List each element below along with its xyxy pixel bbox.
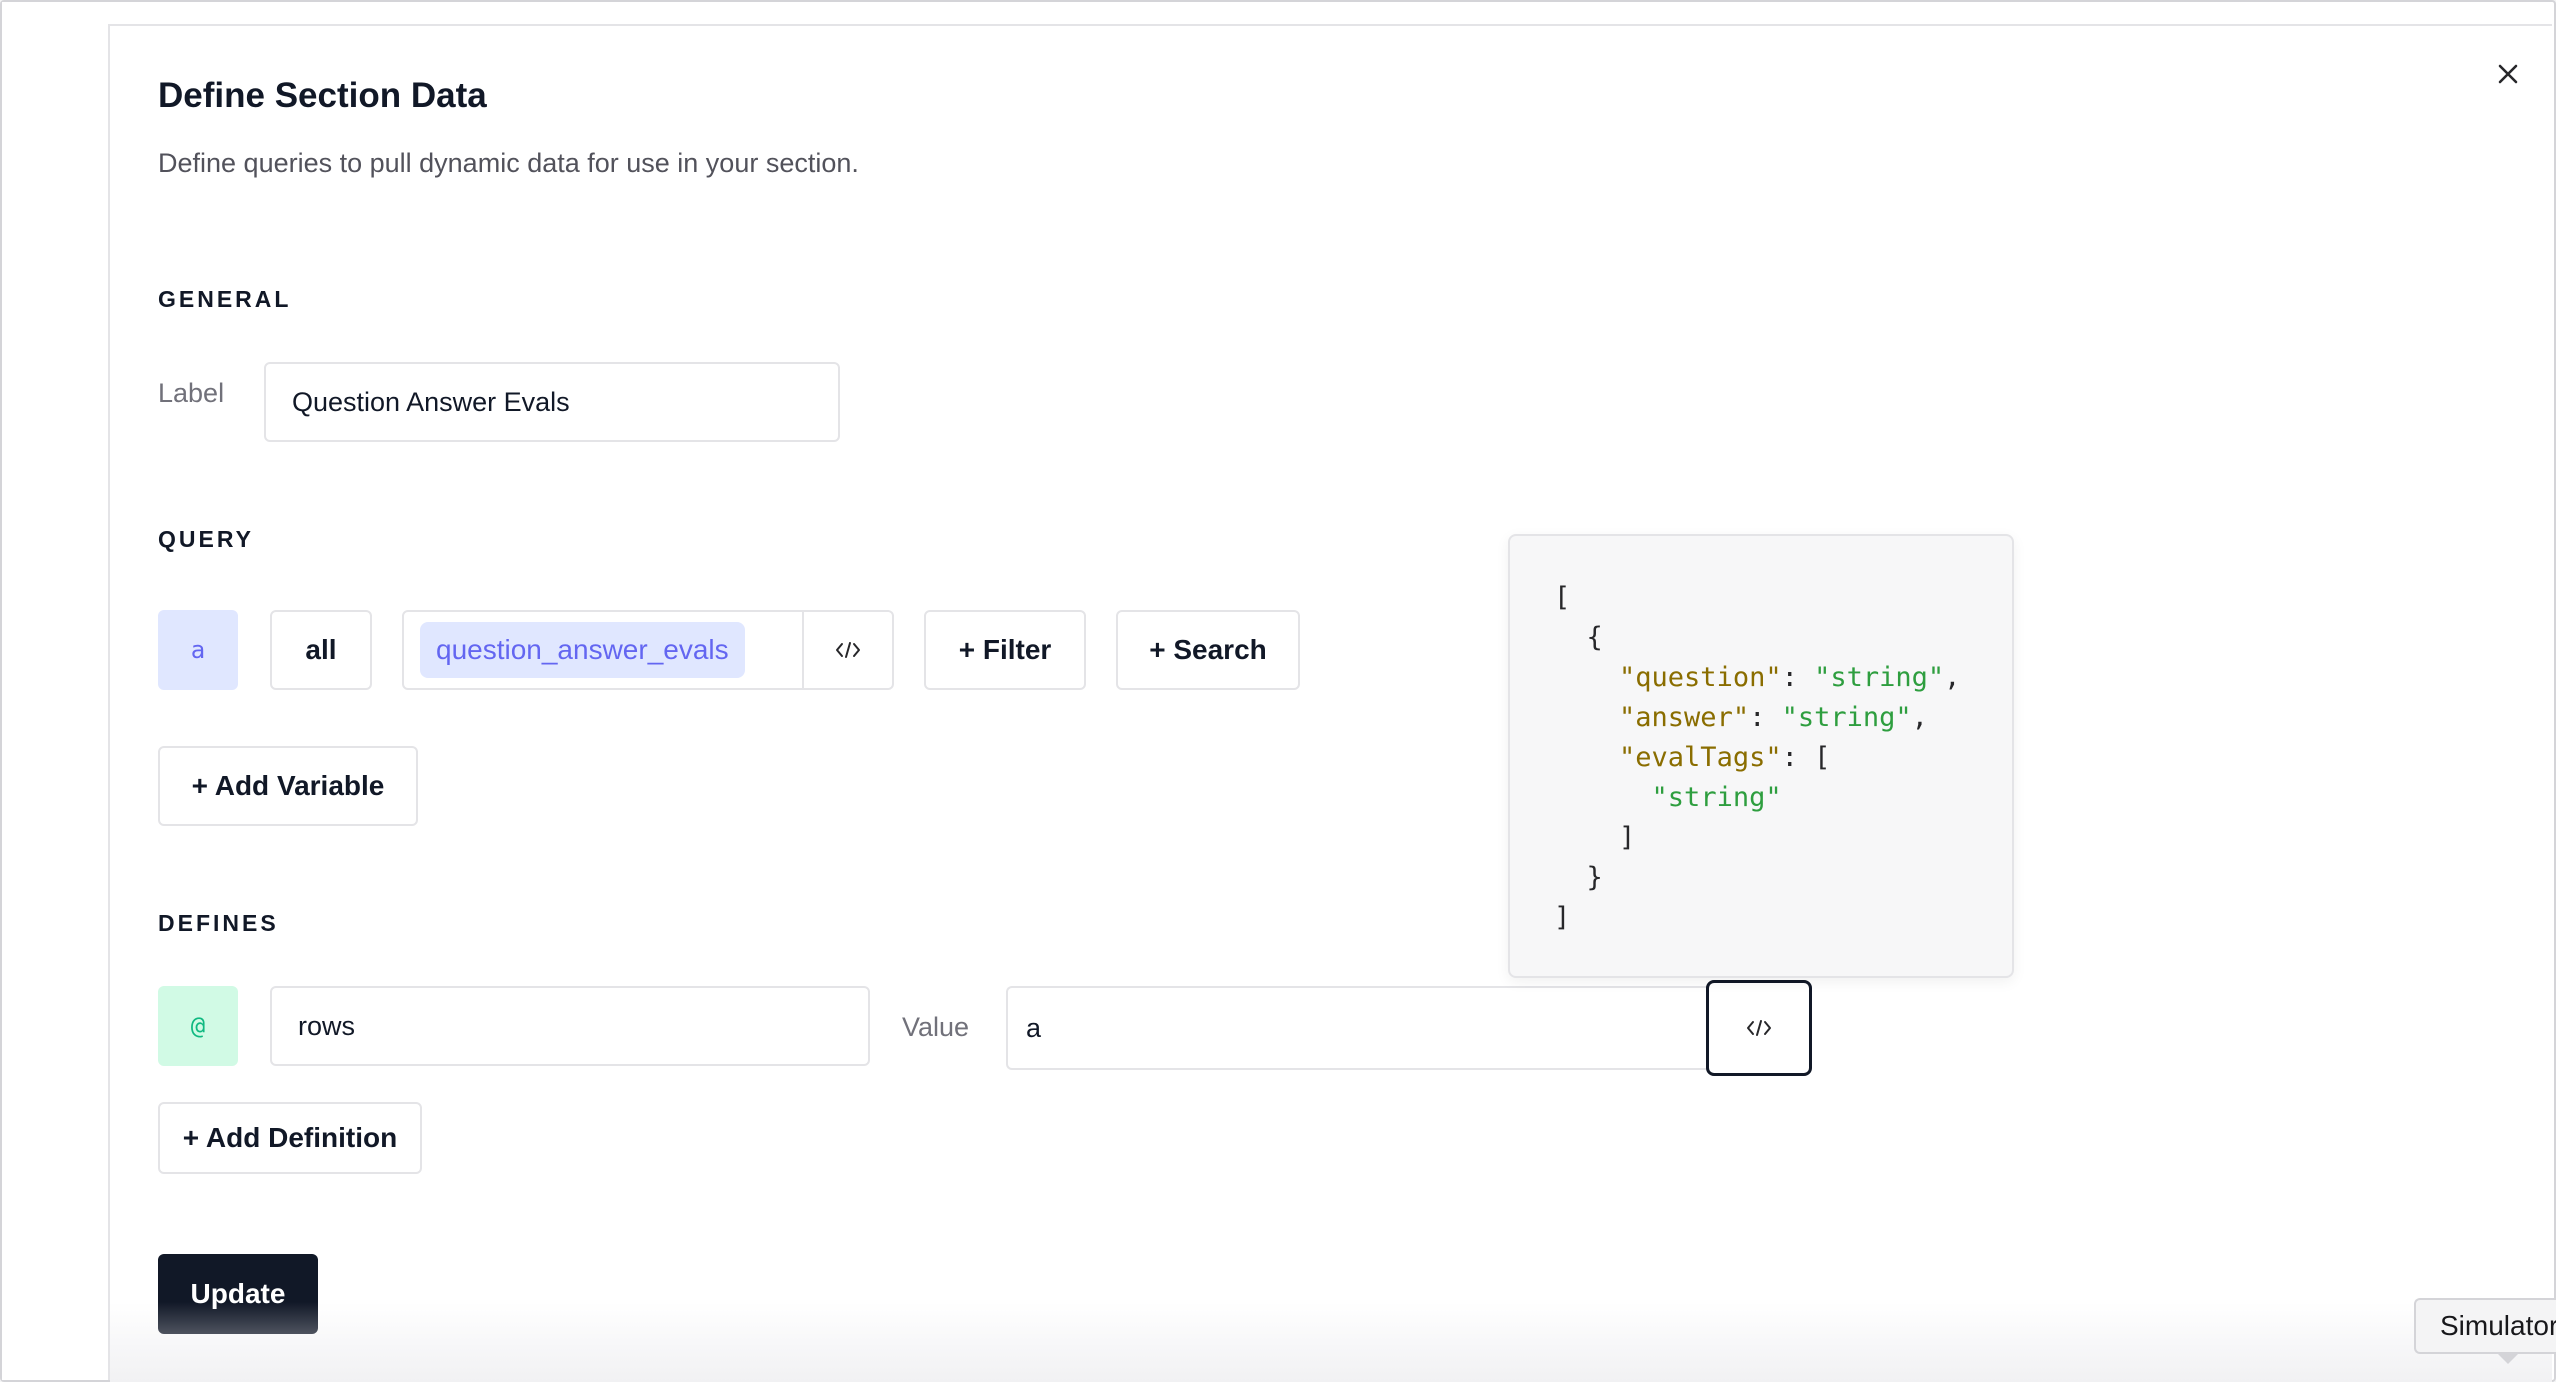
query-scope-value: all xyxy=(305,634,337,665)
update-button[interactable]: Update xyxy=(158,1254,318,1334)
add-search-button[interactable]: + Search xyxy=(1116,610,1300,690)
json-key: "answer" xyxy=(1619,702,1750,733)
define-name-value: rows xyxy=(298,1010,356,1041)
json-close-bracket: ] xyxy=(1554,902,1571,933)
json-close-brace: } xyxy=(1586,862,1603,893)
modal-title: Define Section Data xyxy=(158,76,487,115)
json-array-close: ] xyxy=(1619,822,1636,853)
query-alias-badge[interactable]: a xyxy=(158,610,238,690)
json-array-open: [ xyxy=(1814,742,1831,773)
schema-preview-code: [ { "question": "string", "answer": "str… xyxy=(1554,582,1961,933)
simulator-tooltip-arrow xyxy=(2496,1352,2520,1364)
define-value-input[interactable]: a xyxy=(1006,986,1708,1070)
json-key: "evalTags" xyxy=(1619,742,1782,773)
json-value: "string" xyxy=(1651,782,1782,813)
query-table-value: question_answer_evals xyxy=(436,634,729,665)
add-definition-button[interactable]: + Add Definition xyxy=(158,1102,422,1174)
add-filter-button[interactable]: + Filter xyxy=(924,610,1086,690)
label-caption: Label xyxy=(158,378,225,408)
query-table-field[interactable]: question_answer_evals xyxy=(402,610,894,690)
define-prefix-value: @ xyxy=(190,1012,206,1040)
left-rail xyxy=(2,2,110,1380)
value-caption: Value xyxy=(902,1012,970,1042)
define-value-text: a xyxy=(1026,1012,1042,1043)
modal-subtitle: Define queries to pull dynamic data for … xyxy=(158,148,859,178)
define-code-button[interactable] xyxy=(1706,980,1812,1076)
code-icon xyxy=(1747,1020,1771,1036)
define-section-data-modal xyxy=(110,26,2552,1382)
label-input[interactable]: Question Answer Evals xyxy=(264,362,840,442)
defines-heading: DEFINES xyxy=(158,910,279,936)
simulator-tooltip-label: Simulator xyxy=(2440,1310,2556,1341)
code-icon xyxy=(836,642,860,658)
define-name-input[interactable]: rows xyxy=(270,986,870,1066)
schema-preview-popover: [ { "question": "string", "answer": "str… xyxy=(1508,534,2014,978)
query-scope-select[interactable]: all xyxy=(270,610,372,690)
query-table-tag[interactable]: question_answer_evals xyxy=(420,622,745,678)
json-value: "string" xyxy=(1814,662,1945,693)
define-prefix-badge: @ xyxy=(158,986,238,1066)
add-variable-button[interactable]: + Add Variable xyxy=(158,746,418,826)
simulator-tooltip: Simulator xyxy=(2414,1298,2556,1354)
query-heading: QUERY xyxy=(158,526,254,552)
query-alias-value: a xyxy=(190,636,206,664)
json-key: "question" xyxy=(1619,662,1782,693)
json-value: "string" xyxy=(1781,702,1912,733)
close-icon xyxy=(2498,64,2518,84)
general-heading: GENERAL xyxy=(158,286,292,312)
json-open-bracket: [ xyxy=(1554,582,1571,613)
json-open-brace: { xyxy=(1586,622,1603,653)
label-input-value: Question Answer Evals xyxy=(292,386,570,417)
close-button[interactable] xyxy=(2488,54,2528,94)
query-code-button[interactable] xyxy=(804,612,892,688)
top-strip xyxy=(108,2,2552,26)
